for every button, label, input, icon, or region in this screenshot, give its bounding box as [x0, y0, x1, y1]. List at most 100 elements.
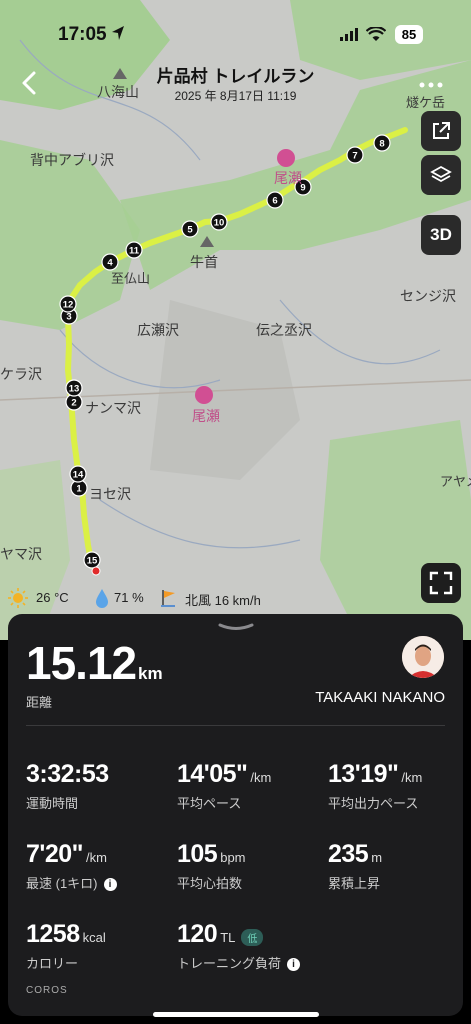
- map-label: ケラ沢: [0, 366, 42, 382]
- 3d-view-button[interactable]: 3D: [421, 215, 461, 255]
- sun-icon: [8, 588, 28, 608]
- map-label: ヨセ沢: [89, 486, 131, 502]
- stat-label: トレーニング負荷: [177, 956, 282, 971]
- stat-unit: m: [371, 850, 383, 865]
- stat-unit: /km: [401, 770, 423, 785]
- route-marker-8[interactable]: 8: [373, 134, 391, 152]
- map-label: 牛首: [190, 254, 218, 270]
- route-marker-14[interactable]: 14: [69, 465, 87, 483]
- stat-value: 3:32:53: [26, 760, 109, 788]
- weather-bar: 26 °C 71 % 北風 16 km/h: [8, 586, 308, 610]
- stat-unit: /km: [250, 770, 272, 785]
- svg-text:6: 6: [272, 196, 277, 207]
- map-layers-button[interactable]: [421, 155, 461, 195]
- stat-value: 105: [177, 840, 218, 868]
- peak-icon: [200, 236, 214, 247]
- stat-avg-power-pace: 13'19"/km 平均出力ペース: [328, 760, 422, 812]
- more-options-button[interactable]: [418, 80, 444, 90]
- stat-unit: bpm: [220, 850, 246, 865]
- divider: [26, 725, 445, 726]
- svg-text:2: 2: [71, 398, 76, 409]
- route-marker-12[interactable]: 12: [59, 295, 77, 313]
- stat-value: 1258: [26, 920, 80, 948]
- expand-icon: [429, 571, 453, 595]
- stat-label: 平均心拍数: [177, 876, 243, 891]
- humidity-icon: [96, 589, 108, 608]
- map-label: 広瀬沢: [137, 322, 179, 338]
- clock: 17:05: [58, 24, 107, 45]
- svg-text:5: 5: [187, 225, 193, 236]
- map-label: センジ沢: [400, 288, 456, 304]
- user-name: TAKAAKI NAKANO: [315, 689, 445, 706]
- info-icon[interactable]: i: [287, 958, 301, 972]
- location-arrow-icon: [112, 26, 124, 40]
- map-label: 伝之丞沢: [256, 322, 312, 338]
- distance-unit: km: [138, 664, 163, 683]
- share-button[interactable]: [421, 111, 461, 151]
- svg-text:8: 8: [379, 139, 384, 150]
- route-map[interactable]: 1 2 3 4 5 6 7 8 9 10 11 12 13 14 15 八海山 燧ケ岳 背中アブリ沢 尾瀬 …: [0, 0, 471, 640]
- distance-value: 15.12: [26, 637, 137, 689]
- page-title: 片品村 トレイルラン: [156, 67, 315, 86]
- stat-label: 累積上昇: [328, 876, 381, 891]
- map-label: 尾瀬: [274, 170, 302, 186]
- stat-duration: 3:32:53 運動時間: [26, 760, 109, 812]
- stat-value: 7'20": [26, 840, 84, 868]
- layers-icon: [430, 165, 452, 183]
- svg-text:13: 13: [69, 384, 80, 395]
- stat-label: 運動時間: [26, 796, 79, 811]
- stat-unit: kcal: [82, 930, 106, 945]
- avatar[interactable]: [402, 636, 444, 678]
- map-label: 背中アブリ沢: [30, 152, 114, 168]
- svg-text:1: 1: [76, 484, 82, 495]
- route-marker-6[interactable]: 6: [266, 191, 284, 209]
- stat-value: 235: [328, 840, 369, 868]
- svg-text:14: 14: [73, 470, 84, 481]
- svg-text:7: 7: [352, 151, 357, 162]
- route-marker-5[interactable]: 5: [181, 220, 199, 238]
- route-marker-11[interactable]: 11: [125, 241, 143, 259]
- activity-summary-panel: 15.12 km 距離 TAKAAKI NAKANO 3:32:53 運動時間 …: [8, 614, 463, 1016]
- distance-label: 距離: [26, 695, 53, 710]
- map-label: 至仏山: [111, 271, 151, 286]
- finish-point-icon: [91, 566, 101, 576]
- stat-avg-heart-rate: 105 bpm 平均心拍数: [177, 840, 246, 892]
- stat-calories: 1258 kcal カロリー: [26, 920, 106, 972]
- map-label: アヤメ: [440, 474, 471, 489]
- svg-text:4: 4: [107, 258, 113, 269]
- wind: 北風 16 km/h: [185, 593, 261, 608]
- stat-unit: /km: [86, 850, 107, 865]
- info-icon[interactable]: i: [103, 878, 117, 892]
- map-label: 尾瀬: [192, 408, 220, 424]
- svg-text:3: 3: [66, 312, 71, 323]
- stat-label: 平均ペース: [177, 796, 242, 811]
- svg-text:10: 10: [214, 218, 225, 229]
- temperature: 26 °C: [36, 590, 69, 605]
- activity-date: 2025 年 8月17日 11:19: [174, 89, 297, 103]
- stat-best-pace: 7'20"/km 最速 (1キロ) i: [26, 840, 117, 892]
- route-marker-13[interactable]: 13: [65, 379, 83, 397]
- stat-value: 14'05": [177, 760, 248, 788]
- fullscreen-button[interactable]: [421, 563, 461, 603]
- stat-unit: TL: [220, 930, 236, 945]
- stat-value: 120: [177, 920, 218, 948]
- stat-label: 平均出力ペース: [328, 796, 419, 811]
- route-marker-10[interactable]: 10: [210, 213, 228, 231]
- humidity: 71 %: [114, 590, 144, 605]
- home-indicator[interactable]: [153, 1012, 319, 1017]
- landmark-icon: [195, 386, 213, 404]
- map-label: ヤマ沢: [0, 546, 42, 562]
- svg-text:15: 15: [87, 556, 98, 567]
- landmark-icon: [277, 149, 295, 167]
- stat-avg-pace: 14'05"/km 平均ペース: [177, 760, 271, 812]
- route-marker-15[interactable]: 15: [83, 551, 101, 569]
- map-label: ナンマ沢: [85, 400, 141, 416]
- stat-training-load: 120 TL 低 トレーニング負荷 i: [177, 920, 301, 972]
- svg-text:12: 12: [63, 300, 74, 311]
- load-level-badge: 低: [241, 929, 264, 947]
- share-icon: [433, 122, 450, 139]
- sheet-handle[interactable]: [216, 622, 256, 634]
- user-photo: [402, 636, 444, 678]
- stat-value: 13'19": [328, 760, 399, 788]
- route-marker-7[interactable]: 7: [346, 146, 364, 164]
